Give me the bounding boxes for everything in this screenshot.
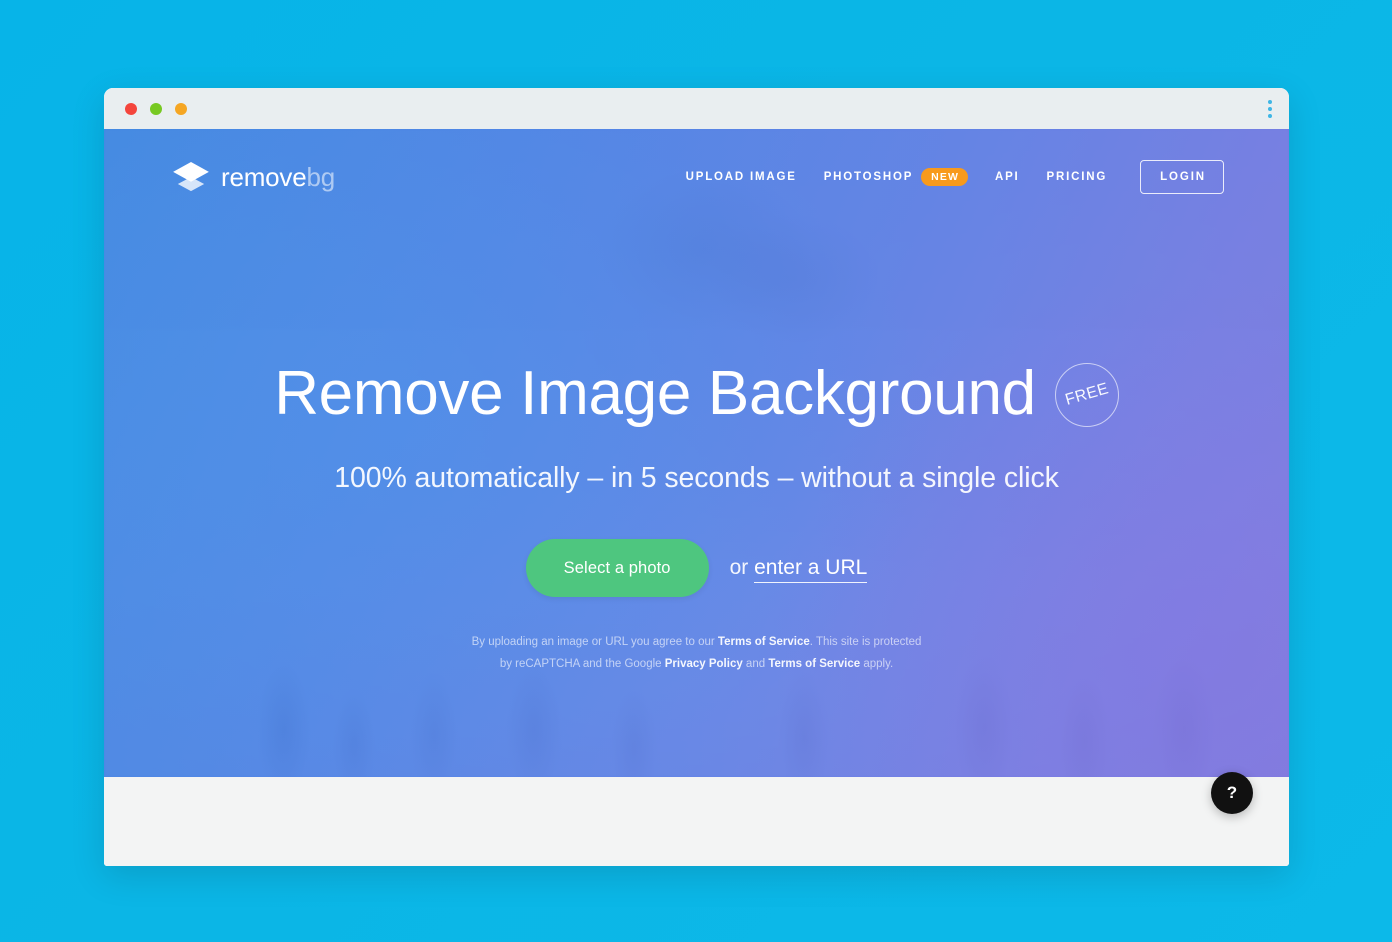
hero-section: removebg UPLOAD IMAGE PHOTOSHOP NEW API bbox=[104, 129, 1289, 777]
nav-link-photoshop[interactable]: PHOTOSHOP NEW bbox=[824, 168, 968, 186]
kebab-dot bbox=[1268, 113, 1272, 118]
free-badge-label: FREE bbox=[1063, 380, 1111, 409]
fineprint-text: by reCAPTCHA and the Google bbox=[499, 658, 665, 671]
nav-link-label: API bbox=[994, 171, 1020, 183]
select-a-photo-button[interactable]: Select a photo bbox=[525, 539, 709, 597]
kebab-menu-icon[interactable] bbox=[1265, 97, 1275, 121]
window-maximize-button[interactable] bbox=[175, 102, 187, 115]
layers-icon bbox=[173, 161, 209, 192]
kebab-dot bbox=[1268, 106, 1272, 111]
enter-url-text: or enter a URL bbox=[729, 556, 868, 583]
site-logo[interactable]: removebg bbox=[172, 161, 335, 193]
enter-url-link[interactable]: enter a URL bbox=[754, 556, 868, 583]
logo-text-secondary: bg bbox=[306, 161, 336, 192]
url-prefix: or bbox=[729, 556, 755, 579]
fineprint-text: . This site is protected bbox=[809, 636, 922, 648]
free-badge: FREE bbox=[1054, 363, 1119, 427]
nav-link-label: PRICING bbox=[1046, 171, 1108, 183]
nav-link-pricing[interactable]: PRICING bbox=[1047, 171, 1108, 183]
fineprint-text: By uploading an image or URL you agree t… bbox=[471, 636, 718, 648]
new-badge: NEW bbox=[921, 168, 968, 186]
browser-titlebar bbox=[104, 88, 1289, 129]
footer-bar bbox=[104, 777, 1289, 866]
fineprint-line-2: by reCAPTCHA and the Google Privacy Poli… bbox=[104, 653, 1289, 675]
logo-text-primary: remove bbox=[221, 161, 307, 192]
help-button[interactable]: ? bbox=[1211, 772, 1253, 814]
privacy-policy-link[interactable]: Privacy Policy bbox=[665, 658, 743, 670]
hero-content: Remove Image Background FREE 100% automa… bbox=[104, 361, 1289, 676]
browser-window: removebg UPLOAD IMAGE PHOTOSHOP NEW API bbox=[104, 88, 1289, 866]
google-terms-of-service-link[interactable]: Terms of Service bbox=[768, 658, 860, 670]
nav-link-api[interactable]: API bbox=[995, 171, 1020, 183]
fineprint-text: apply. bbox=[860, 658, 894, 671]
window-traffic-lights bbox=[125, 102, 187, 115]
site-navigation: removebg UPLOAD IMAGE PHOTOSHOP NEW API bbox=[104, 129, 1289, 225]
terms-of-service-link[interactable]: Terms of Service bbox=[718, 636, 810, 648]
kebab-dot bbox=[1268, 99, 1272, 104]
cta-row: Select a photo or enter a URL bbox=[104, 539, 1289, 597]
nav-link-label: PHOTOSHOP bbox=[823, 171, 914, 183]
login-button[interactable]: LOGIN bbox=[1140, 160, 1224, 194]
window-close-button[interactable] bbox=[125, 102, 137, 115]
nav-link-upload-image[interactable]: UPLOAD IMAGE bbox=[686, 171, 797, 183]
fineprint-text: and bbox=[742, 658, 769, 671]
logo-wordmark: removebg bbox=[221, 162, 335, 193]
page-subtitle: 100% automatically – in 5 seconds – with… bbox=[334, 462, 1059, 494]
fineprint-line-1: By uploading an image or URL you agree t… bbox=[104, 631, 1289, 653]
page-title: Remove Image Background bbox=[274, 359, 1036, 429]
legal-fineprint: By uploading an image or URL you agree t… bbox=[104, 631, 1289, 676]
window-minimize-button[interactable] bbox=[150, 102, 162, 115]
nav-links: UPLOAD IMAGE PHOTOSHOP NEW API PRICING L… bbox=[686, 160, 1224, 194]
headline-row: Remove Image Background FREE bbox=[104, 361, 1289, 427]
nav-link-label: UPLOAD IMAGE bbox=[685, 171, 797, 183]
